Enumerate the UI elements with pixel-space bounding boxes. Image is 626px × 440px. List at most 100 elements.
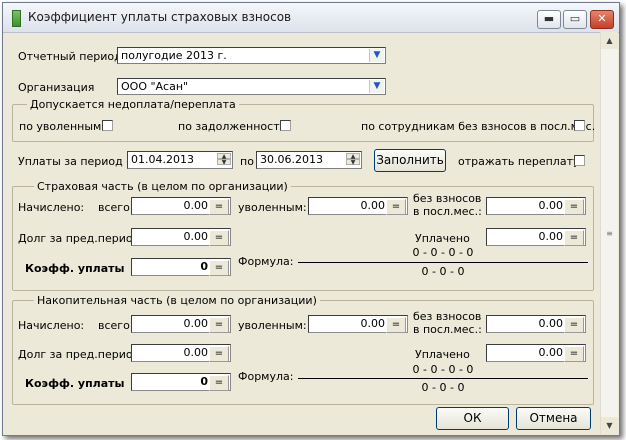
overpay-checkbox[interactable] [574, 155, 585, 166]
date-to-input[interactable]: 30.06.2013 ▲ ▼ [256, 151, 362, 169]
period-select[interactable]: полугодие 2013 г. ▼ [117, 47, 386, 64]
fill-button[interactable]: Заполнить [374, 149, 446, 172]
insurance-nocontrib-input[interactable]: 0.00 = [486, 197, 586, 215]
period-value: полугодие 2013 г. [121, 49, 227, 62]
insurance-total-value: 0.00 [183, 199, 209, 212]
insurance-debt-value: 0.00 [183, 230, 209, 243]
insurance-formula-label: Формула: [238, 255, 294, 268]
insurance-group-title: Страховая часть (в целом по организации) [34, 180, 291, 193]
allowed-nocontrib-checkbox[interactable] [574, 120, 585, 131]
funded-paid-label: Уплачено [415, 348, 470, 361]
funded-coef-value: 0 [200, 375, 208, 388]
title-bar: Коэффициент уплаты страховых взносов ▬ ▭… [3, 3, 619, 33]
allowed-debt-label: по задолженности [178, 120, 287, 133]
insurance-accrued-label: Начислено: [18, 201, 85, 214]
funded-paid-value: 0.00 [538, 346, 564, 359]
funded-group-title: Накопительная часть (в целом по организа… [34, 294, 320, 307]
payments-period-label: Уплаты за период с [18, 155, 133, 168]
scroll-thumb[interactable]: ≡ [603, 227, 616, 241]
insurance-dismissed-value: 0.00 [360, 199, 386, 212]
calculator-icon[interactable]: = [209, 375, 229, 391]
date-to-value: 30.06.2013 [260, 153, 323, 166]
insurance-nocontrib-label-2: в посл.мес.: [413, 205, 482, 218]
minimize-button[interactable]: ▬ [537, 10, 561, 29]
funded-accrued-label: Начислено: [18, 319, 85, 332]
spin-arrows-icon[interactable]: ▲ ▼ [346, 153, 360, 167]
funded-total-input[interactable]: 0.00 = [131, 315, 231, 333]
calculator-icon[interactable]: = [564, 346, 584, 362]
insurance-coef-input[interactable]: 0 = [131, 258, 231, 276]
allowed-debt-checkbox[interactable] [280, 120, 291, 131]
funded-dismissed-value: 0.00 [360, 317, 386, 330]
funded-formula-numerator: 0 - 0 - 0 - 0 [412, 363, 474, 376]
date-from-input[interactable]: 01.04.2013 ▲ ▼ [127, 151, 233, 169]
funded-nocontrib-input[interactable]: 0.00 = [486, 315, 586, 333]
funded-nocontrib-value: 0.00 [538, 317, 564, 330]
insurance-debt-label: Долг за пред.период: [18, 232, 144, 245]
allowed-group-title: Допускается недоплата/переплата [27, 98, 239, 111]
dropdown-arrow-icon[interactable]: ▼ [369, 80, 384, 93]
dialog-window: Коэффициент уплаты страховых взносов ▬ ▭… [2, 2, 620, 436]
funded-debt-value: 0.00 [183, 346, 209, 359]
funded-total-value: 0.00 [183, 317, 209, 330]
spin-arrows-icon[interactable]: ▲ ▼ [217, 153, 231, 167]
funded-nocontrib-label-2: в посл.мес.: [413, 323, 482, 336]
funded-formula-denominator: 0 - 0 - 0 [421, 381, 465, 394]
vertical-scrollbar[interactable]: ▲ ≡ ▼ [600, 32, 618, 434]
calculator-icon[interactable]: = [209, 230, 229, 246]
date-to-label: по [240, 155, 254, 168]
funded-formula-label: Формула: [238, 370, 294, 383]
org-label: Организация [18, 81, 95, 94]
funded-dismissed-label: уволенным: [238, 319, 307, 332]
scroll-up-icon[interactable]: ▲ [601, 32, 618, 49]
insurance-debt-input[interactable]: 0.00 = [131, 228, 231, 246]
cancel-button[interactable]: Отмена [516, 407, 591, 430]
calculator-icon[interactable]: = [564, 317, 584, 333]
calculator-icon[interactable]: = [386, 199, 406, 215]
funded-dismissed-input[interactable]: 0.00 = [308, 315, 408, 333]
calculator-icon[interactable]: = [564, 230, 584, 246]
overpay-label: отражать переплату [458, 155, 580, 168]
calculator-icon[interactable]: = [209, 199, 229, 215]
insurance-coef-label: Коэфф. уплаты [25, 262, 125, 275]
org-value: ООО "Асан" [121, 80, 189, 93]
funded-coef-label: Коэфф. уплаты [25, 377, 125, 390]
insurance-dismissed-label: уволенным: [238, 201, 307, 214]
dropdown-arrow-icon[interactable]: ▼ [369, 49, 384, 62]
calculator-icon[interactable]: = [209, 346, 229, 362]
funded-debt-label: Долг за пред.период: [18, 348, 144, 361]
funded-paid-input[interactable]: 0.00 = [486, 344, 586, 362]
insurance-formula-numerator: 0 - 0 - 0 - 0 [412, 246, 474, 259]
calculator-icon[interactable]: = [209, 260, 229, 276]
allowed-nocontrib-label: по сотрудникам без взносов в посл.мес. [361, 120, 596, 133]
insurance-total-input[interactable]: 0.00 = [131, 197, 231, 215]
window-title: Коэффициент уплаты страховых взносов [28, 10, 292, 24]
funded-formula-line [298, 378, 588, 379]
calculator-icon[interactable]: = [386, 317, 406, 333]
funded-nocontrib-label-1: без взносов [413, 310, 482, 323]
insurance-total-label: всего: [98, 201, 134, 214]
date-from-value: 01.04.2013 [131, 153, 194, 166]
insurance-formula-denominator: 0 - 0 - 0 [421, 265, 465, 278]
calculator-icon[interactable]: = [564, 199, 584, 215]
ok-button[interactable]: ОК [436, 407, 509, 430]
insurance-formula-line [298, 262, 588, 263]
funded-coef-input[interactable]: 0 = [131, 373, 231, 391]
close-button[interactable]: ✕ [590, 10, 614, 29]
app-icon [12, 10, 21, 27]
insurance-dismissed-input[interactable]: 0.00 = [308, 197, 408, 215]
insurance-paid-value: 0.00 [538, 230, 564, 243]
insurance-paid-label: Уплачено [415, 232, 470, 245]
calculator-icon[interactable]: = [209, 317, 229, 333]
org-select[interactable]: ООО "Асан" ▼ [117, 78, 386, 95]
insurance-coef-value: 0 [200, 260, 208, 273]
allowed-dismissed-label: по уволенным [19, 120, 102, 133]
maximize-button[interactable]: ▭ [563, 10, 587, 29]
insurance-nocontrib-value: 0.00 [538, 199, 564, 212]
insurance-paid-input[interactable]: 0.00 = [486, 228, 586, 246]
scroll-down-icon[interactable]: ▼ [601, 417, 618, 434]
insurance-nocontrib-label-1: без взносов [413, 192, 482, 205]
funded-total-label: всего: [98, 319, 134, 332]
allowed-dismissed-checkbox[interactable] [102, 120, 113, 131]
funded-debt-input[interactable]: 0.00 = [131, 344, 231, 362]
